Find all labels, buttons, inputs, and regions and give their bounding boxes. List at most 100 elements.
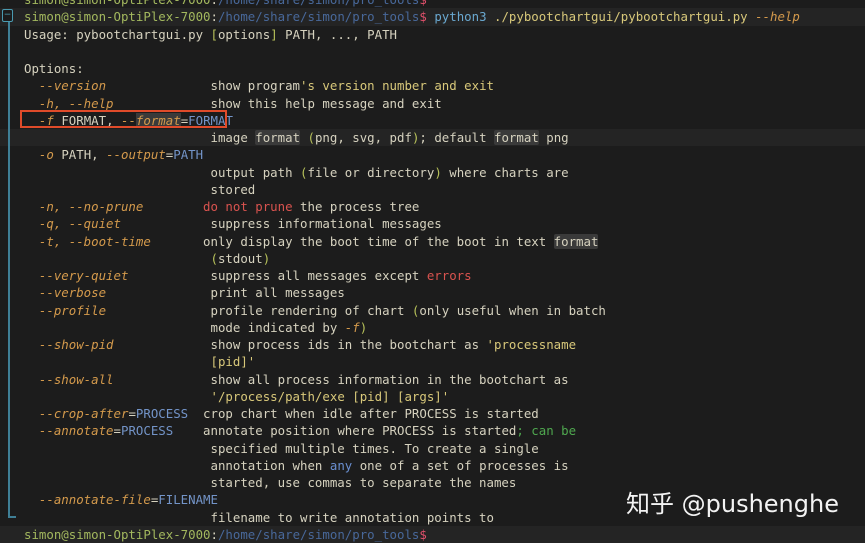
text-segment-str: 'processname [486, 337, 577, 352]
terminal-line: -q, --quiet suppress informational messa… [0, 215, 865, 232]
watermark: 知乎 @pushenghe [626, 490, 839, 518]
text-segment-txt: = [128, 406, 136, 421]
text-segment-opt: --crop-after [24, 406, 129, 421]
terminal-line: --verbose print all messages [0, 284, 865, 301]
text-segment-txt: output path [24, 164, 301, 180]
text-segment-grn: ; can be [516, 423, 577, 439]
text-segment-txt: PATH, ..., PATH [277, 26, 398, 42]
text-segment-opt: --annotate-file [24, 492, 151, 508]
text-segment-opt: --output [106, 147, 166, 163]
terminal-line: stored [0, 181, 865, 198]
text-segment-txt: stored [24, 181, 256, 197]
text-segment-hl: format [553, 233, 599, 249]
text-segment-val: FILENAME [158, 492, 218, 508]
terminal-line: image format (png, svg, pdf); default fo… [0, 129, 865, 147]
terminal-output[interactable]: simon@simon-OptiPlex-7000:/home/share/si… [0, 0, 865, 543]
text-segment-txt: annotation when [24, 457, 330, 473]
text-segment-par: ( [210, 250, 218, 266]
terminal-line: --show-all show all process information … [0, 371, 865, 388]
fold-collapse-icon[interactable]: − [2, 9, 13, 22]
text-segment-txt: specified multiple times. To create a si… [24, 440, 539, 456]
text-segment-txt: : [210, 9, 218, 25]
text-segment-txt: png [538, 130, 569, 145]
terminal-line: --version show program's version number … [0, 77, 865, 94]
terminal-line: --profile profile rendering of chart (on… [0, 302, 865, 319]
text-segment-opt: -t, --boot-time [24, 233, 151, 249]
terminal-line: '/process/path/exe [pid] [args]' [0, 388, 865, 405]
text-segment-par: ] [270, 26, 278, 42]
text-segment-txt: only useful when in batch [419, 302, 606, 318]
fold-guide-line [8, 18, 10, 518]
text-segment-path: /home/share/simon/pro_tools [217, 9, 420, 25]
text-segment-str: ./pybootchartgui/pybootchartgui.py [486, 9, 756, 25]
terminal-line: Usage: pybootchartgui.py [options] PATH,… [0, 26, 865, 43]
highlight-annotation-box [20, 110, 227, 128]
text-segment-val: PROCESS [135, 406, 189, 421]
text-segment-txt [24, 389, 211, 404]
text-segment-opt: --profile [24, 302, 107, 318]
text-segment-txt: show this help message and exit [113, 95, 442, 111]
text-segment-txt [24, 251, 211, 266]
text-segment-kw: any [329, 457, 353, 473]
text-segment-opt: -o [24, 147, 62, 163]
text-segment-txt: profile rendering of chart [106, 302, 412, 318]
text-segment-txt: PATH, [61, 147, 107, 163]
terminal-line: [pid]' [0, 353, 865, 370]
text-segment-opt: -h, --help [24, 95, 114, 111]
text-segment-par: ) [359, 319, 368, 335]
text-segment-txt: Usage: pybootchartgui.py [24, 26, 211, 42]
text-segment-opt: --show-pid [24, 337, 114, 352]
text-segment-opt: --show-all [24, 371, 114, 387]
text-segment-txt: only display the boot time of the boot i… [150, 233, 554, 249]
terminal-line: annotation when any one of a set of proc… [0, 457, 865, 474]
text-segment-txt: Options: [24, 61, 84, 76]
text-segment-txt: ; default [419, 130, 495, 145]
text-segment-par: [ [210, 26, 218, 42]
text-segment-opt: -f [344, 319, 360, 335]
text-segment-txt: suppress informational messages [120, 216, 442, 232]
text-segment-hl: format [494, 130, 539, 145]
text-segment-txt: crop chart when idle after PROCESS is st… [188, 406, 539, 421]
text-segment-txt: one of a set of processes is [352, 457, 569, 473]
text-segment-txt: = [113, 423, 121, 439]
text-segment-dollar: $ [419, 0, 426, 7]
terminal-line: specified multiple times. To create a si… [0, 440, 865, 457]
text-segment-txt: print all messages [106, 285, 345, 301]
terminal-line: (stdout) [0, 250, 865, 267]
text-segment-txt: mode indicated by [24, 319, 345, 335]
terminal-line: simon@simon-OptiPlex-7000:/home/share/si… [0, 525, 865, 543]
text-segment-txt: started, use commas to separate the name… [24, 475, 517, 490]
text-segment-opt: --version [24, 78, 107, 94]
terminal-line: --show-pid show process ids in the bootc… [0, 336, 865, 353]
terminal-line: output path (file or directory) where ch… [0, 164, 865, 181]
text-segment-txt: show process ids in the bootchart as [113, 337, 487, 352]
terminal-line: mode indicated by -f) [0, 319, 865, 336]
text-segment-hl: format [255, 130, 301, 145]
text-segment-opt: --very-quiet [24, 268, 129, 283]
text-segment-opt: -n, --no-prune [24, 199, 144, 214]
terminal-line: -n, --no-prune do not prune the process … [0, 198, 865, 215]
fold-guide-end [8, 516, 16, 518]
text-segment-par: ( [300, 130, 315, 145]
text-segment-txt: options [217, 26, 271, 42]
terminal-line: -t, --boot-time only display the boot ti… [0, 233, 865, 250]
text-segment-txt: filename to write annotation points to [24, 509, 494, 525]
text-segment-opt: --annotate [24, 423, 114, 439]
text-segment-user: simon@simon-OptiPlex-7000 [24, 9, 211, 25]
text-segment-txt: png, svg, pdf [314, 130, 412, 145]
text-segment-str: '/process/path/exe [pid] [args]' [210, 388, 450, 404]
text-segment-val: PROCESS [121, 423, 174, 439]
text-segment-txt [143, 199, 203, 214]
text-segment-dollar: $ [419, 9, 435, 25]
text-segment-txt: the process tree [292, 199, 420, 214]
text-segment-txt: show all process information in the boot… [113, 371, 569, 387]
text-segment-txt [24, 354, 211, 369]
text-segment-par: ) [262, 250, 271, 266]
text-segment-txt: suppress all messages except [128, 268, 427, 283]
text-segment-txt: : [211, 0, 218, 7]
text-segment-par: ) [434, 164, 442, 180]
text-segment-opt: -q, --quiet [24, 216, 121, 232]
terminal-line: Options: [0, 60, 865, 77]
terminal-line: simon@simon-OptiPlex-7000:/home/share/si… [0, 0, 865, 8]
